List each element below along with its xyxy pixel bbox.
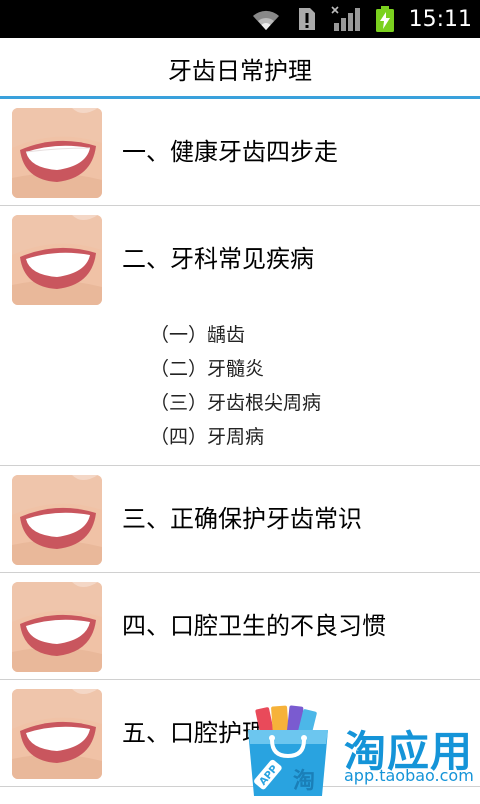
- sub-topic-list: （一）龋齿 （二）牙髓炎 （三）牙齿根尖周病 （四）牙周病: [150, 318, 321, 454]
- list-item-title: 二、牙科常见疾病: [122, 245, 314, 273]
- wifi-icon: [249, 6, 283, 32]
- list-item[interactable]: 三、正确保护牙齿常识: [0, 466, 480, 573]
- smile-thumbnail: [12, 582, 102, 672]
- page-title: 牙齿日常护理: [168, 56, 312, 85]
- sub-topic-item[interactable]: （一）龋齿: [150, 318, 321, 352]
- list-item-title: 一、健康牙齿四步走: [122, 138, 338, 166]
- shopping-bag-icon: APP 淘: [242, 704, 334, 800]
- app-title-bar: 牙齿日常护理: [0, 38, 480, 98]
- list-item[interactable]: 一、健康牙齿四步走: [0, 99, 480, 206]
- sub-topic-item[interactable]: （二）牙髓炎: [150, 352, 321, 386]
- sim-alert-icon: [297, 6, 317, 32]
- list-item-expanded[interactable]: 二、牙科常见疾病 （一）龋齿 （二）牙髓炎 （三）牙齿根尖周病 （四）牙周病: [0, 206, 480, 466]
- smile-thumbnail: [12, 689, 102, 779]
- battery-charging-icon: [375, 5, 395, 33]
- ad-brand-url: app.taobao.com: [344, 766, 474, 785]
- smile-thumbnail: [12, 475, 102, 565]
- status-bar: 15:11: [0, 0, 480, 38]
- smile-thumbnail: [12, 108, 102, 198]
- topic-list: 一、健康牙齿四步走 二、牙科常见疾病 （一）龋齿 （二）牙髓炎 （三）牙齿根尖周…: [0, 99, 480, 787]
- smile-thumbnail: [12, 215, 102, 305]
- ad-bag-char: 淘: [293, 768, 315, 794]
- sub-topic-item[interactable]: （四）牙周病: [150, 420, 321, 454]
- list-item-title: 四、口腔卫生的不良习惯: [122, 612, 386, 640]
- list-item[interactable]: 四、口腔卫生的不良习惯: [0, 573, 480, 680]
- signal-icon: [331, 5, 361, 33]
- status-clock: 15:11: [408, 6, 472, 32]
- list-item-title: 三、正确保护牙齿常识: [122, 505, 362, 533]
- sub-topic-item[interactable]: （三）牙齿根尖周病: [150, 386, 321, 420]
- taobao-app-ad[interactable]: APP 淘 淘应用 app.taobao.com: [240, 704, 480, 800]
